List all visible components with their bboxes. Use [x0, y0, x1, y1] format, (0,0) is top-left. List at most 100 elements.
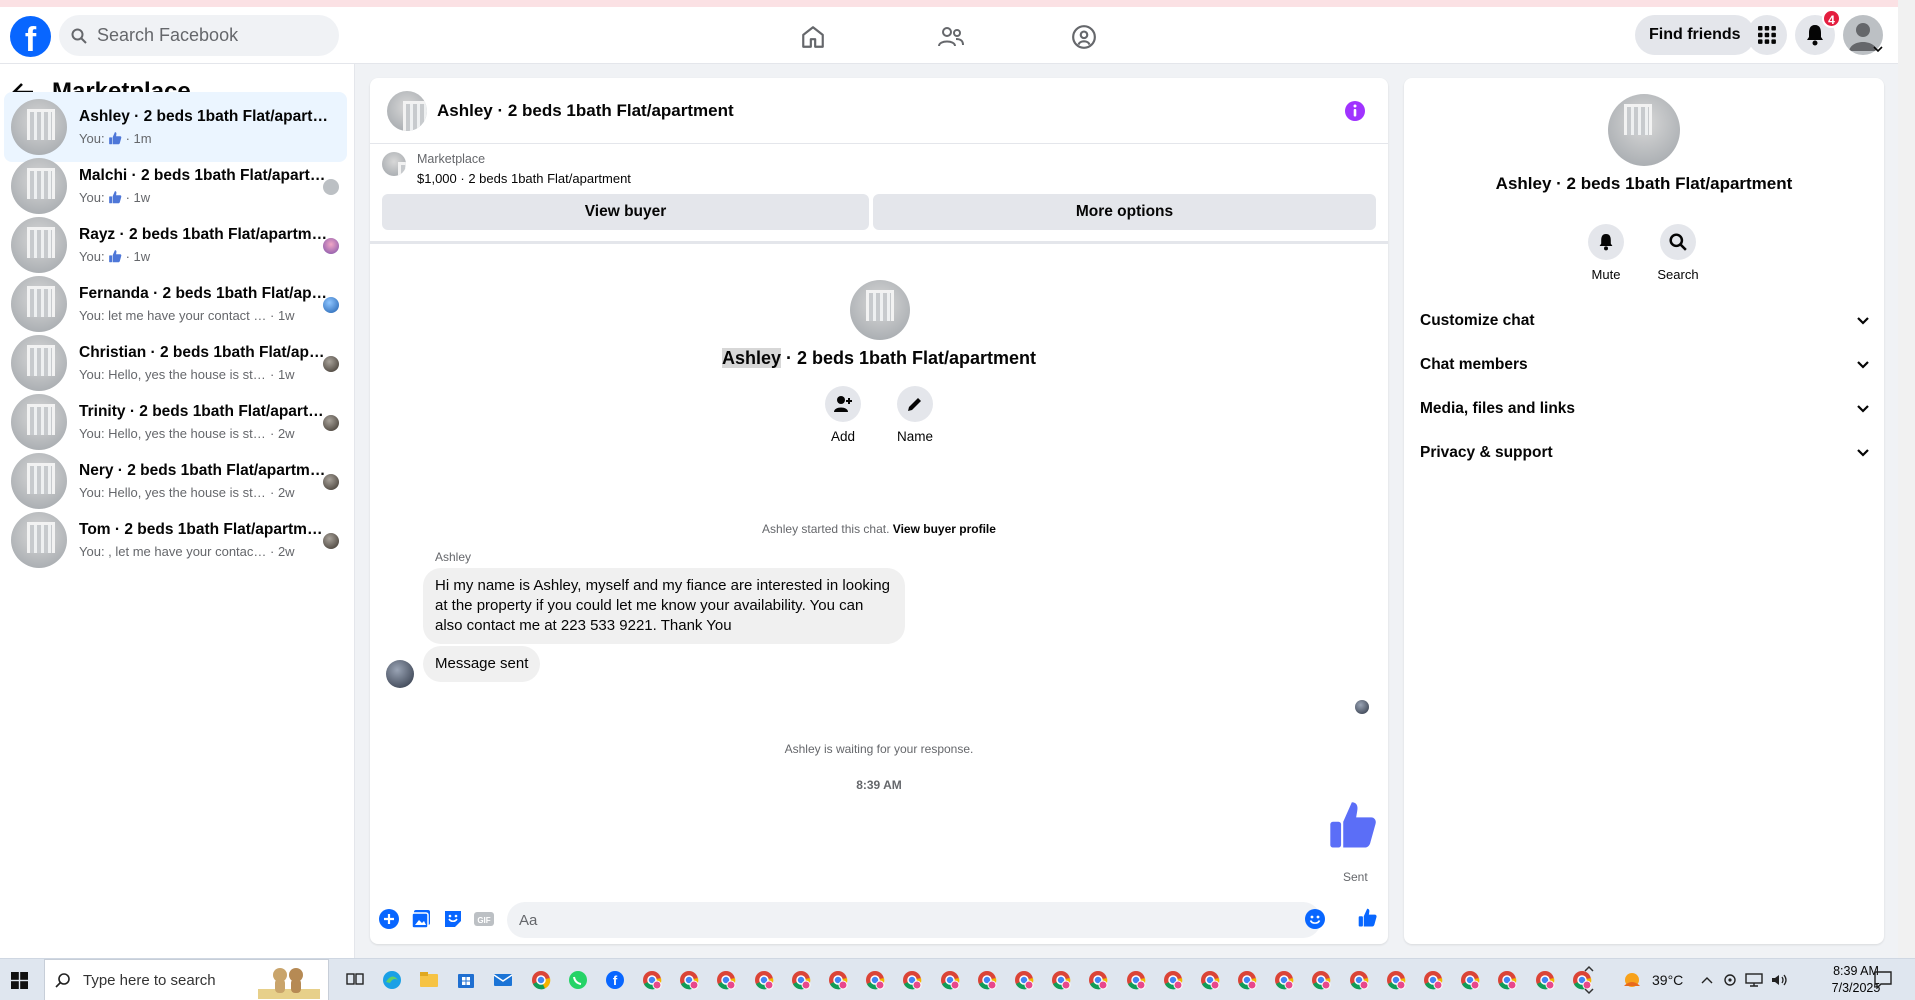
notification-center-icon[interactable]: [1874, 971, 1892, 989]
details-listing-avatar: [1608, 94, 1680, 166]
mail-icon: [493, 974, 513, 986]
preview-time: · 2w: [270, 426, 295, 441]
microsoft-store-taskbar-button[interactable]: [448, 959, 485, 1000]
conversation-thumbnail-wrap: [11, 158, 67, 214]
sent-status: Sent: [1343, 870, 1368, 884]
conversation-item[interactable]: Tom · 2 beds 1bath Flat/apartment You: , …: [4, 505, 347, 575]
facebook-app-taskbar-button[interactable]: f: [596, 959, 633, 1000]
bell-icon: [1807, 25, 1823, 46]
chrome-profile-icon: [1089, 971, 1108, 990]
chrome-profile-icon: [1200, 971, 1220, 990]
media-files-links-section[interactable]: Media, files and links: [1420, 392, 1870, 426]
chat-listing-thumbnail[interactable]: [387, 90, 427, 131]
chrome-profile-taskbar-button[interactable]: [1005, 959, 1042, 1000]
chrome-profile-taskbar-button[interactable]: [671, 959, 708, 1000]
conversation-thumbnail-wrap: [11, 453, 67, 509]
chrome-profile-taskbar-button[interactable]: [1117, 959, 1154, 1000]
chrome-profile-taskbar-button[interactable]: [1191, 959, 1228, 1000]
chrome-profile-taskbar-button[interactable]: [1452, 959, 1489, 1000]
thumbs-up-icon[interactable]: [1357, 907, 1379, 929]
preview-text: You: let me have your contact number: [79, 308, 267, 323]
camera-privacy-icon[interactable]: [1723, 973, 1737, 987]
add-people-button[interactable]: Add: [813, 386, 873, 444]
edge-browser-taskbar-button[interactable]: [373, 959, 410, 1000]
privacy-support-section[interactable]: Privacy & support: [1420, 436, 1870, 470]
photo-icon[interactable]: [411, 909, 431, 929]
chrome-taskbar-button[interactable]: [522, 959, 559, 1000]
gif-icon[interactable]: GIF: [474, 909, 494, 929]
plus-circle-icon[interactable]: [379, 909, 399, 929]
temperature-readout[interactable]: 39°C: [1652, 972, 1683, 988]
chrome-profile-taskbar-button[interactable]: [1080, 959, 1117, 1000]
whatsapp-taskbar-button[interactable]: [559, 959, 596, 1000]
search-icon: [55, 973, 70, 988]
windows-start-icon[interactable]: [11, 972, 28, 989]
chrome-profile-taskbar-button[interactable]: [931, 959, 968, 1000]
chrome-profile-taskbar-button[interactable]: [782, 959, 819, 1000]
task-view-taskbar-button[interactable]: [336, 959, 373, 1000]
view-buyer-button[interactable]: View buyer: [382, 194, 869, 230]
chrome-profile-icon: [1163, 971, 1183, 990]
details-title: Ashley · 2 beds 1bath Flat/apartment: [1495, 174, 1793, 193]
chevron-up-icon[interactable]: [1701, 976, 1713, 984]
menu-button[interactable]: [1747, 15, 1787, 55]
sticker-icon[interactable]: [443, 909, 463, 929]
chrome-profile-taskbar-button[interactable]: [1489, 959, 1526, 1000]
message-bubble[interactable]: Message sent: [423, 646, 541, 682]
chevron-down-icon: [1857, 317, 1869, 325]
preview-time: · 1w: [125, 190, 151, 205]
customize-chat-section[interactable]: Customize chat: [1420, 304, 1870, 338]
chrome-profile-taskbar-button[interactable]: [894, 959, 931, 1000]
find-friends-button[interactable]: Find friends: [1635, 15, 1755, 55]
chrome-profile-taskbar-button[interactable]: [1526, 959, 1563, 1000]
friends-tab[interactable]: [921, 15, 981, 59]
chat-members-section[interactable]: Chat members: [1420, 348, 1870, 382]
buyer-avatar[interactable]: [386, 660, 414, 688]
chrome-profile-taskbar-button[interactable]: [1303, 959, 1340, 1000]
page-scrollbar[interactable]: [1898, 0, 1915, 958]
started-text: Ashley started this chat.: [762, 522, 890, 536]
chrome-profile-taskbar-button[interactable]: [1229, 959, 1266, 1000]
view-buyer-profile-link[interactable]: View buyer profile: [893, 522, 996, 536]
chrome-profile-taskbar-button[interactable]: [1043, 959, 1080, 1000]
chrome-profile-icon: [903, 971, 922, 990]
groups-tab[interactable]: [1054, 15, 1114, 59]
chrome-profile-taskbar-button[interactable]: [1266, 959, 1303, 1000]
mute-button[interactable]: Mute: [1574, 224, 1638, 282]
home-tab[interactable]: [783, 15, 843, 59]
cake-avatar-icon: [323, 238, 339, 254]
chrome-profile-taskbar-button[interactable]: [1414, 959, 1451, 1000]
taskbar-search-box[interactable]: Type here to search: [44, 959, 329, 1000]
chrome-profile-taskbar-button[interactable]: [968, 959, 1005, 1000]
search-in-chat-button[interactable]: Search: [1646, 224, 1710, 282]
chrome-profile-taskbar-button[interactable]: [745, 959, 782, 1000]
facebook-search-input[interactable]: [97, 25, 317, 46]
taskbar-scroll-chevrons-icon[interactable]: [1583, 962, 1595, 998]
info-icon[interactable]: [1344, 100, 1366, 122]
emoji-icon[interactable]: [1305, 909, 1325, 929]
chrome-profile-taskbar-button[interactable]: [1154, 959, 1191, 1000]
chrome-profile-taskbar-button[interactable]: [708, 959, 745, 1000]
network-icon[interactable]: [1745, 973, 1763, 987]
chrome-profile-taskbar-button[interactable]: [819, 959, 856, 1000]
facebook-logo-icon[interactable]: f: [10, 16, 51, 57]
preview-time: · 2w: [270, 485, 295, 500]
message-bubble[interactable]: Hi my name is Ashley, myself and my fian…: [423, 568, 905, 644]
marketplace-listing-bar: Marketplace $1,000 · 2 beds 1bath Flat/a…: [370, 144, 1388, 244]
taskbar-search-placeholder: Type here to search: [83, 971, 216, 989]
preview-text: You: Hello, yes the house is still avail…: [79, 367, 267, 382]
chat-title[interactable]: Ashley · 2 beds 1bath Flat/apartment: [437, 101, 734, 121]
chrome-profile-taskbar-button[interactable]: [857, 959, 894, 1000]
chrome-profile-taskbar-button[interactable]: [634, 959, 671, 1000]
more-options-button[interactable]: More options: [873, 194, 1376, 230]
chrome-profile-taskbar-button[interactable]: [1377, 959, 1414, 1000]
name-label: Name: [896, 429, 933, 444]
message-input[interactable]: [507, 902, 1321, 938]
mail-taskbar-button[interactable]: [485, 959, 522, 1000]
listing-thumbnail: [11, 158, 67, 214]
file-explorer-taskbar-button[interactable]: [410, 959, 447, 1000]
speaker-icon[interactable]: [1771, 973, 1789, 987]
chrome-profile-taskbar-button[interactable]: [1340, 959, 1377, 1000]
facebook-search-box[interactable]: [59, 15, 339, 56]
name-chat-button[interactable]: Name: [885, 386, 945, 444]
